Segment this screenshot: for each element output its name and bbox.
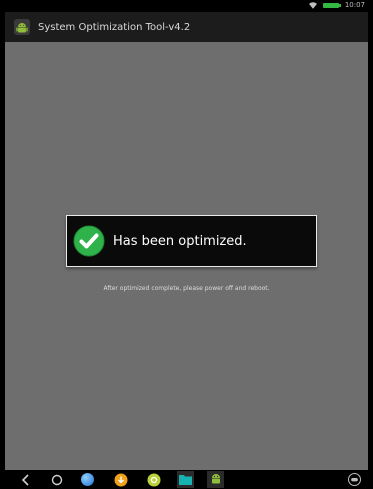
android-app-icon[interactable] [207, 471, 224, 488]
action-bar: System Optimization Tool-v4.2 [5, 12, 368, 42]
toast-message: Has been optimized. [113, 233, 247, 249]
app-store-icon[interactable] [145, 471, 162, 488]
wifi-icon [308, 1, 317, 9]
home-icon[interactable] [48, 471, 65, 488]
status-icons: 10:07 [308, 1, 365, 9]
battery-icon [322, 2, 341, 8]
folder-icon[interactable] [177, 471, 194, 488]
game-controller-icon[interactable] [346, 471, 363, 488]
status-bar: 10:07 [5, 0, 368, 12]
status-time: 10:07 [344, 1, 365, 9]
app-title: System Optimization Tool-v4.2 [38, 21, 191, 33]
back-icon[interactable] [17, 471, 34, 488]
download-icon[interactable] [112, 471, 129, 488]
navigation-bar [5, 470, 368, 489]
optimized-toast: Has been optimized. [66, 215, 317, 267]
android-icon [14, 19, 30, 35]
device-screen: 10:07 System Optimization Tool-v4.2 Has … [5, 0, 368, 489]
hint-text: After optimized complete, please power o… [103, 285, 270, 292]
check-circle-icon [73, 225, 105, 257]
browser-icon[interactable] [79, 471, 96, 488]
